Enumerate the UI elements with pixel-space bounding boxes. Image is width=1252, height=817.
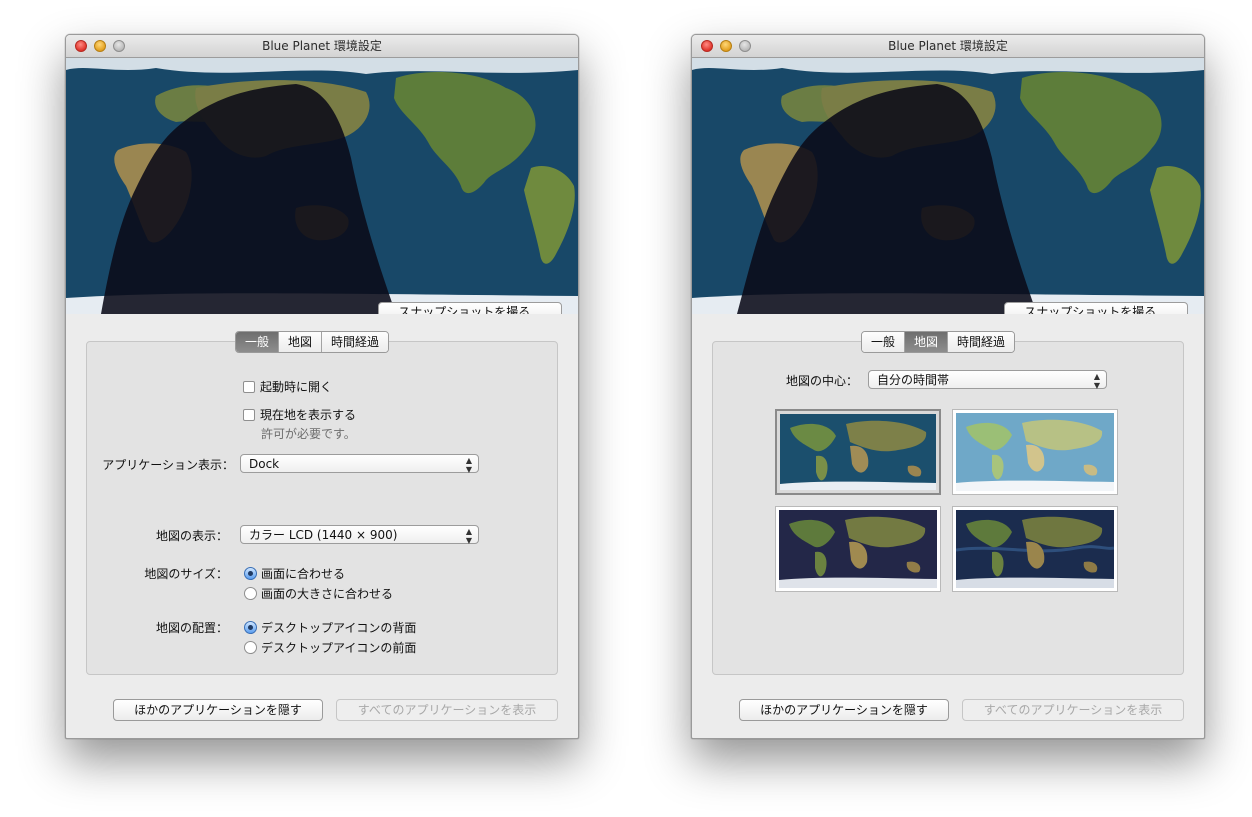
popup-arrows-icon: ▲ ▼ [465,527,472,545]
popup-arrows-icon: ▲ ▼ [465,456,472,474]
world-map-thumbnail [956,510,1114,588]
world-map-preview: スナップショットを撮る... [692,58,1204,314]
title-bar[interactable]: Blue Planet 環境設定 [692,35,1204,58]
world-map-image [692,58,1204,314]
window-title: Blue Planet 環境設定 [262,39,382,53]
checkbox-box[interactable] [243,408,255,421]
show-all-button[interactable]: すべてのアプリケーションを表示 [962,699,1184,721]
map-display-label: 地図の表示： [155,529,228,543]
fit-screen-size-label: 画面の大きさに合わせる [261,587,394,601]
world-map-thumbnail [780,414,936,490]
preferences-window-map: Blue Planet 環境設定 スナップショットを撮る... 一般 地図 時間… [691,34,1205,739]
map-style-thumbnail-satellite[interactable] [775,409,941,495]
title-bar[interactable]: Blue Planet 環境設定 [66,35,578,58]
app-display-label: アプリケーション表示： [102,458,234,472]
world-map-thumbnail [956,413,1114,491]
show-location-checkbox[interactable]: 現在地を表示する [243,406,356,423]
popup-arrows-icon: ▲ ▼ [1093,372,1100,390]
radio-button-selected[interactable] [244,567,257,580]
tab-time-lapse[interactable]: 時間経過 [322,332,389,352]
show-all-button[interactable]: すべてのアプリケーションを表示 [336,699,558,721]
satellite-map-image [780,414,936,490]
map-style-thumbnail-relief[interactable] [952,409,1118,495]
radio-behind-icons[interactable]: デスクトップアイコンの背面 [244,619,416,636]
bathymetry-map-image [956,510,1114,588]
preferences-window-general: Blue Planet 環境設定 スナップショットを撮る... 一般 地図 時間… [65,34,579,739]
hide-others-button[interactable]: ほかのアプリケーションを隠す [113,699,323,721]
permission-note: 許可が必要です。 [261,427,356,441]
close-button[interactable] [75,40,87,52]
world-map-preview: スナップショットを撮る... [66,58,578,314]
in-front-icons-label: デスクトップアイコンの前面 [261,641,417,655]
map-size-label: 地図のサイズ： [144,567,228,581]
world-map-thumbnail [779,510,937,588]
tab-selector[interactable]: 一般 地図 時間経過 [235,331,390,353]
zoom-button[interactable] [739,40,751,52]
fit-screen-label: 画面に合わせる [261,567,346,581]
map-center-popup[interactable]: 自分の時間帯 ▲ ▼ [868,370,1107,390]
world-map-image [66,58,578,314]
radio-button[interactable] [244,587,257,600]
close-button[interactable] [701,40,713,52]
map-style-thumbnail-night-sky[interactable] [775,506,941,592]
window-title: Blue Planet 環境設定 [888,39,1008,53]
minimize-button[interactable] [94,40,106,52]
minimize-button[interactable] [720,40,732,52]
radio-fit-screen-size[interactable]: 画面の大きさに合わせる [244,585,393,602]
tab-general[interactable]: 一般 [862,332,906,352]
map-center-value: 自分の時間帯 [877,373,950,387]
radio-button-selected[interactable] [244,621,257,634]
radio-fit-screen[interactable]: 画面に合わせる [244,565,345,582]
tab-general[interactable]: 一般 [236,332,280,352]
zoom-button[interactable] [113,40,125,52]
relief-map-image [956,413,1114,491]
behind-icons-label: デスクトップアイコンの背面 [261,621,417,635]
map-placement-label: 地図の配置： [155,621,228,635]
tab-time-lapse[interactable]: 時間経過 [948,332,1015,352]
map-style-thumbnail-bathymetry[interactable] [952,506,1118,592]
open-at-login-checkbox[interactable]: 起動時に開く [243,378,332,395]
night-sky-map-image [779,510,937,588]
take-snapshot-button[interactable]: スナップショットを撮る... [378,302,562,314]
radio-in-front-of-icons[interactable]: デスクトップアイコンの前面 [244,639,416,656]
tab-selector[interactable]: 一般 地図 時間経過 [861,331,1016,353]
app-display-popup[interactable]: Dock ▲ ▼ [240,454,479,474]
checkbox-box[interactable] [243,380,255,393]
map-display-value: カラー LCD (1440 × 900) [249,528,398,542]
take-snapshot-button[interactable]: スナップショットを撮る... [1004,302,1188,314]
show-location-label: 現在地を表示する [260,408,357,422]
open-at-login-label: 起動時に開く [260,380,333,394]
map-center-label: 地図の中心： [785,374,858,388]
tab-map[interactable]: 地図 [905,332,949,352]
hide-others-button[interactable]: ほかのアプリケーションを隠す [739,699,949,721]
tab-map[interactable]: 地図 [279,332,323,352]
app-display-value: Dock [249,457,280,471]
radio-button[interactable] [244,641,257,654]
map-display-popup[interactable]: カラー LCD (1440 × 900) ▲ ▼ [240,525,479,545]
